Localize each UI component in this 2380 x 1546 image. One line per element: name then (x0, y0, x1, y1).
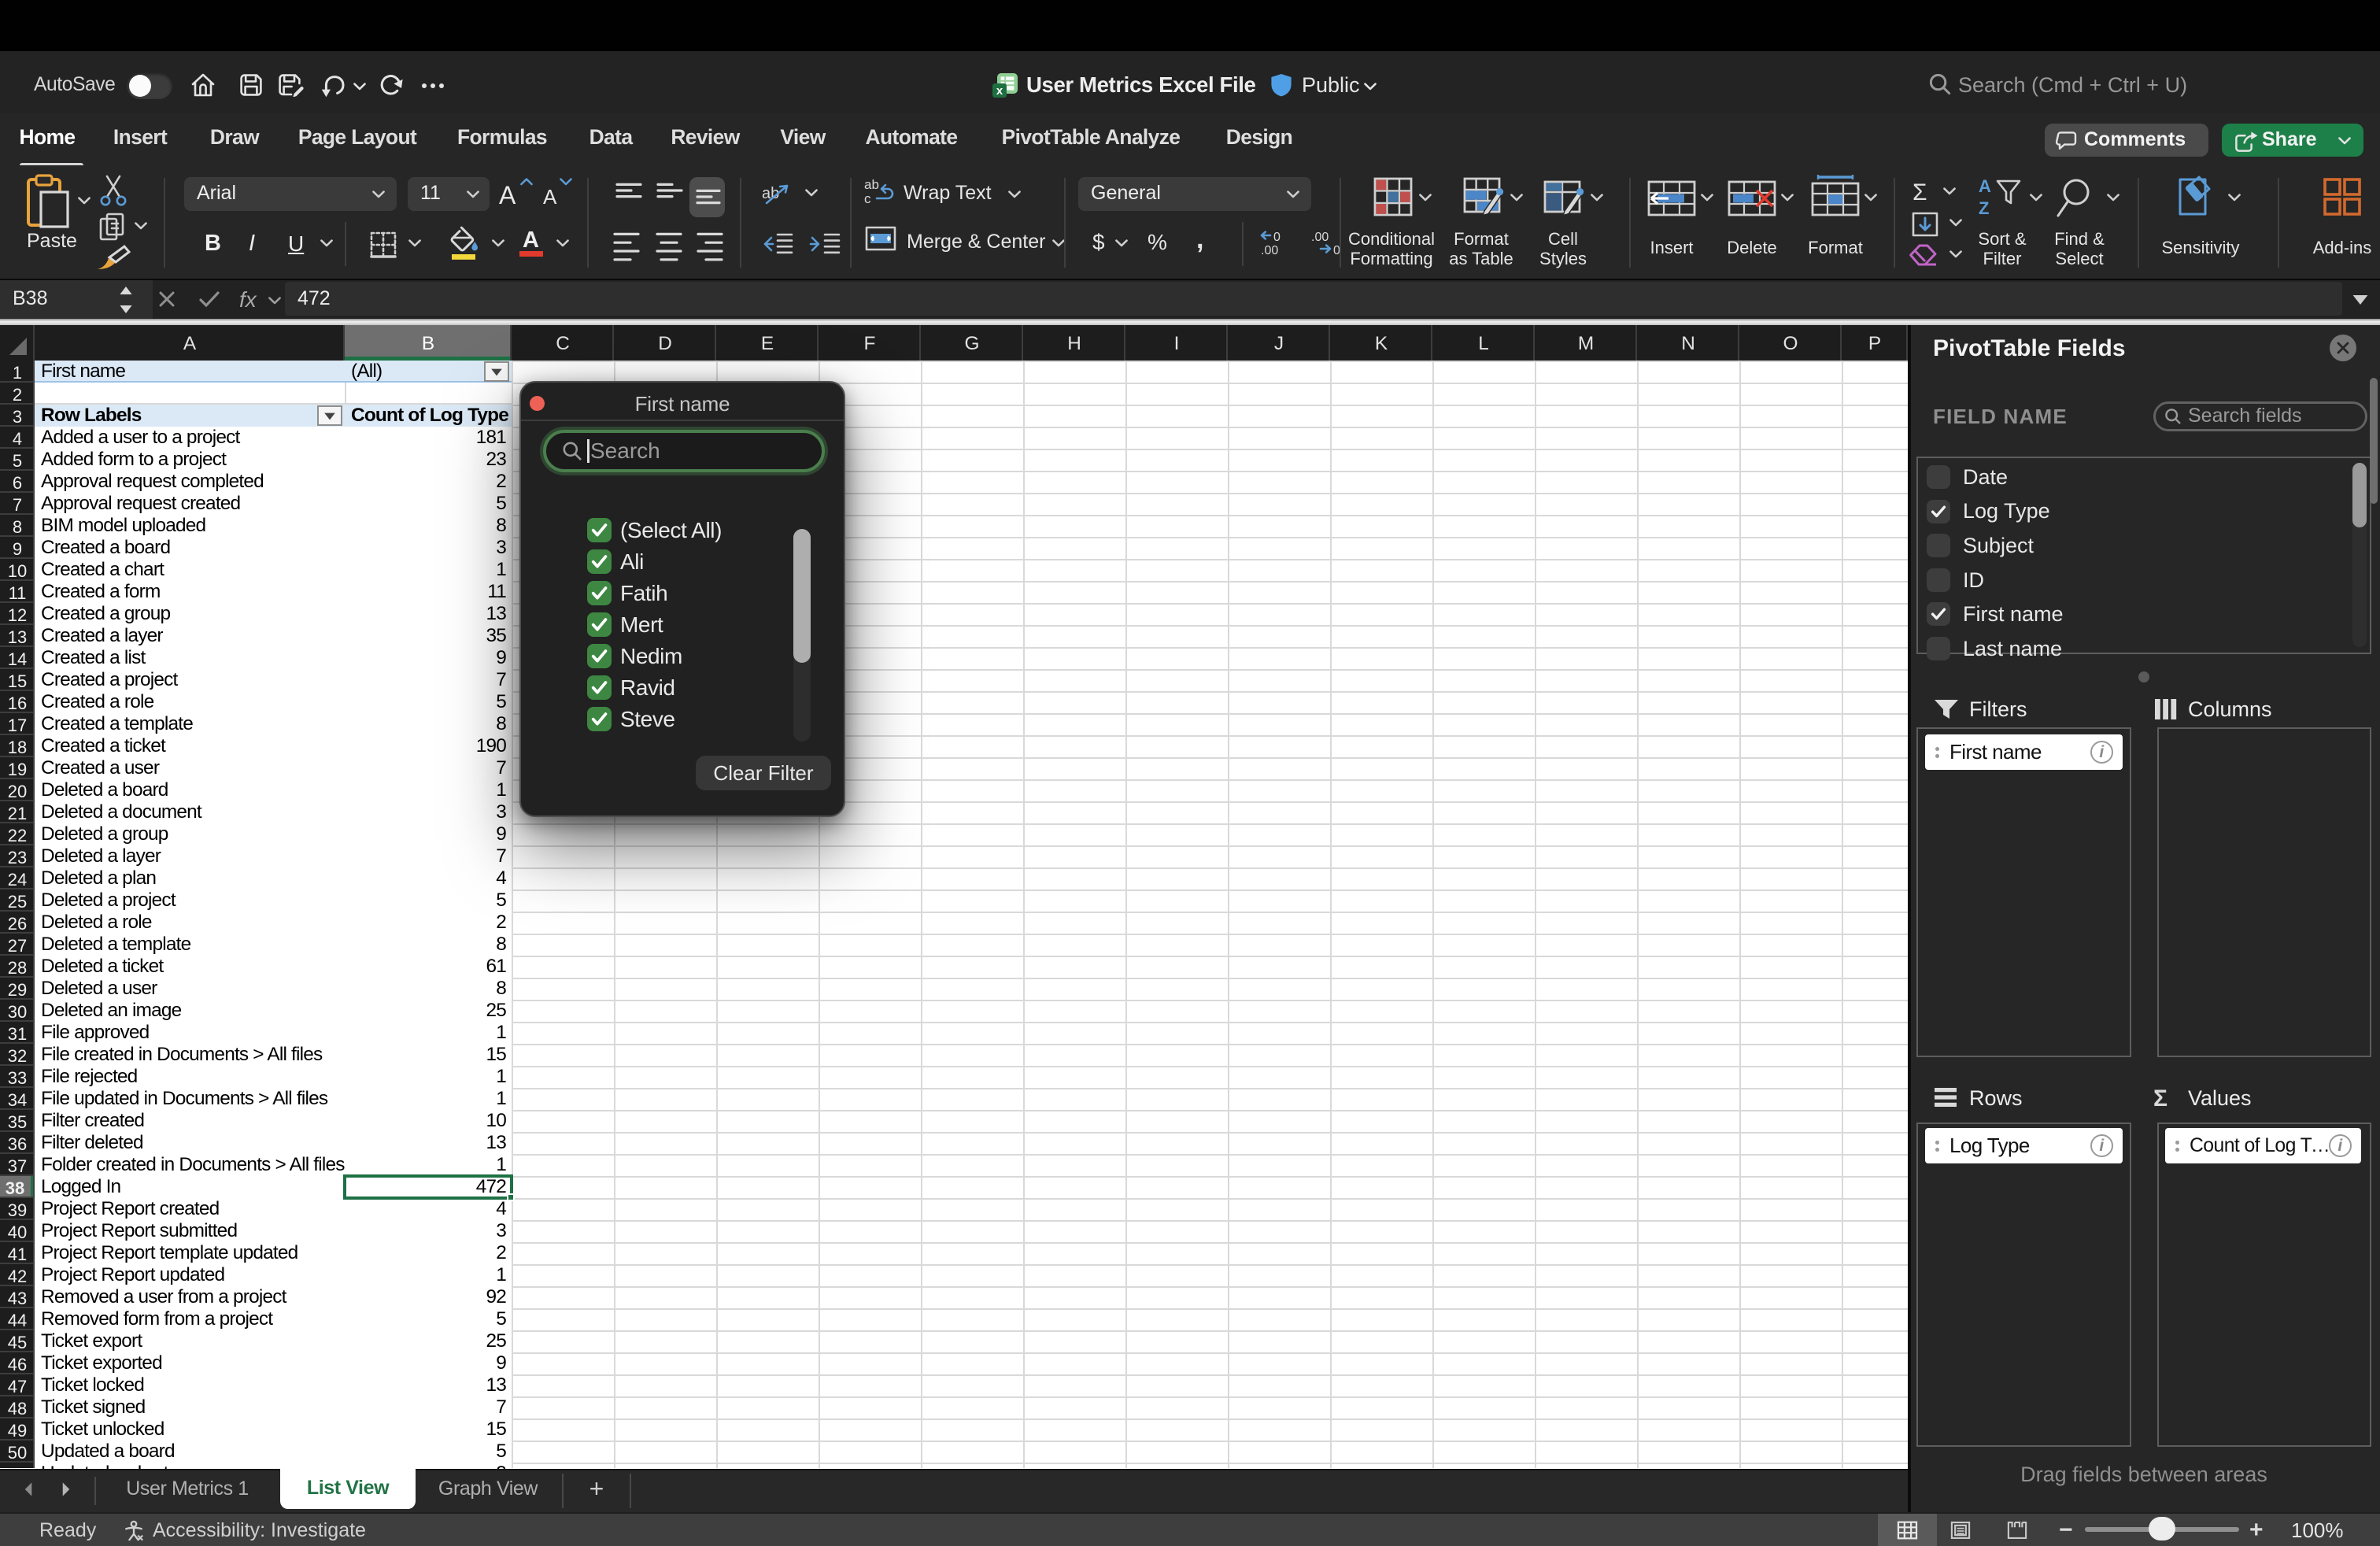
svg-text:A: A (1979, 176, 1991, 196)
svg-text:0: 0 (1273, 231, 1281, 244)
svg-text:ab: ab (864, 177, 879, 192)
svg-text:.00: .00 (1311, 231, 1329, 244)
svg-text:.00: .00 (1261, 244, 1278, 257)
svg-text:Z: Z (1979, 198, 1989, 218)
svg-text:x: x (996, 84, 1003, 98)
svg-text:c: c (864, 191, 871, 206)
